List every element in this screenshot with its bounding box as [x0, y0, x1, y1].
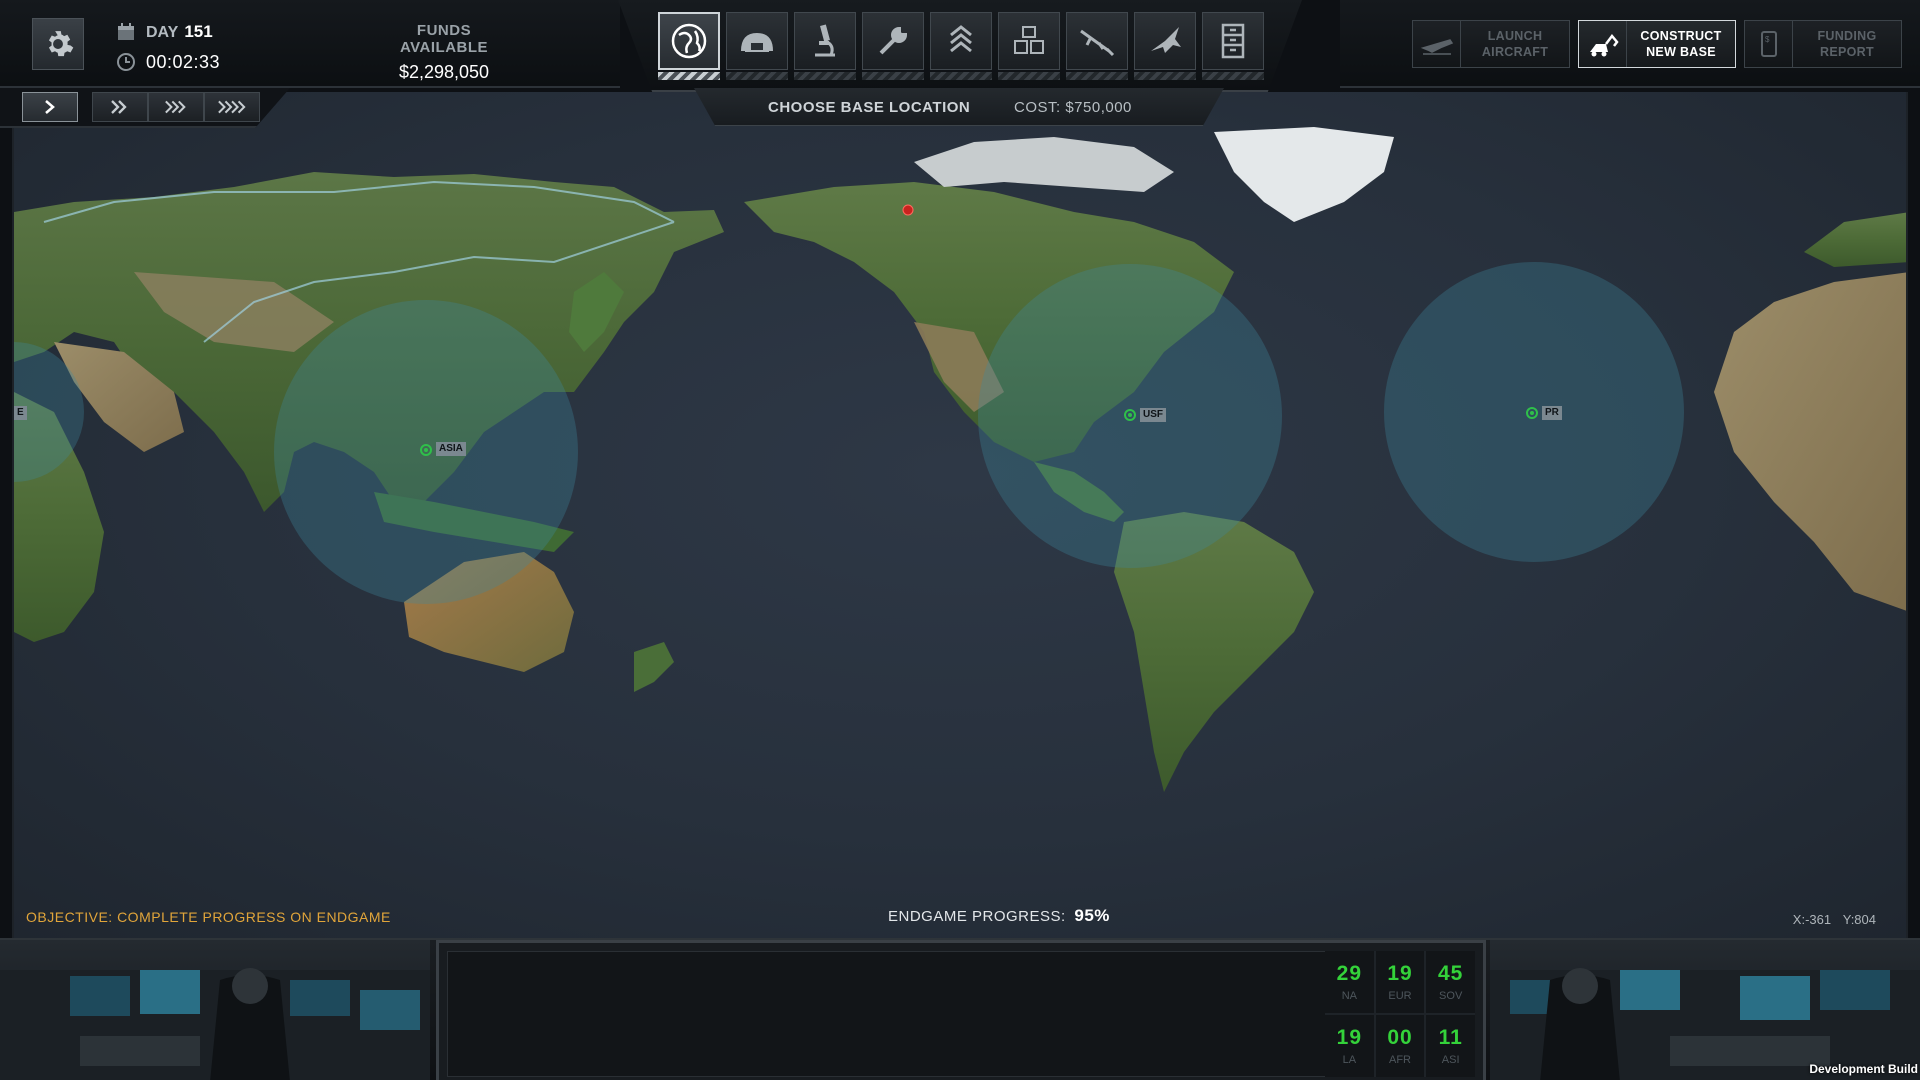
cursor-coordinates: X:-361 Y:804 [1785, 912, 1876, 927]
construct-new-base-label: CONSTRUCT NEW BASE [1640, 29, 1722, 59]
panic-cell-asi: 11 ASI [1426, 1015, 1475, 1077]
base-label-e[interactable]: E [14, 406, 27, 420]
operator-right-graphic [1490, 968, 1920, 1080]
speed-3-button[interactable] [148, 92, 204, 122]
funds-value: $2,298,050 [398, 62, 490, 82]
speed-4-button[interactable] [204, 92, 260, 122]
geoscape-screen: ASIA USF PR E OBJECTIVE: COMPLETE PROGRE… [0, 0, 1920, 1080]
endgame-progress-label: ENDGAME PROGRESS: [888, 908, 1066, 925]
funds-block: FUNDS AVAILABLE $2,298,050 [376, 22, 512, 83]
wrench-icon [879, 26, 908, 55]
launch-aircraft-button[interactable]: LAUNCH AIRCRAFT [1412, 20, 1570, 68]
speed-2-button[interactable] [92, 92, 148, 122]
nav-records-button[interactable] [1202, 12, 1264, 70]
clock-icon [117, 53, 135, 71]
nav-base-button[interactable] [726, 12, 788, 70]
development-build-label: Development Build [1809, 1062, 1918, 1076]
microscope-icon [815, 24, 835, 57]
nav-geoscape-button[interactable] [658, 12, 720, 70]
base-placement-bar: CHOOSE BASE LOCATION COST: $750,000 [694, 88, 1224, 126]
nav-aircraft-button[interactable] [1134, 12, 1196, 70]
top-left-panel: DAY 151 00:02:33 FUNDS AVAILABLE $2,298,0… [0, 0, 620, 88]
endgame-progress: ENDGAME PROGRESS: 95% [888, 906, 1110, 926]
time-speed-controls [0, 88, 290, 128]
panic-cell-la: 19 LA [1325, 1015, 1374, 1077]
funds-label: FUNDS AVAILABLE [399, 22, 489, 56]
radar-coverage-pr [1384, 262, 1684, 562]
construct-new-base-button[interactable]: CONSTRUCT NEW BASE [1578, 20, 1736, 68]
nav-storage-button[interactable] [998, 12, 1060, 70]
panic-cell-eur: 19 EUR [1375, 951, 1425, 1013]
main-nav [618, 0, 1302, 92]
date-time-block: DAY 151 00:02:33 [116, 20, 220, 80]
file-cabinet-icon [1221, 23, 1245, 59]
nav-engineering-button[interactable] [862, 12, 924, 70]
plane-takeoff-icon [1420, 39, 1453, 55]
gear-icon [48, 31, 74, 57]
panic-cell-afr: 00 AFR [1375, 1015, 1425, 1077]
calendar-icon [118, 23, 134, 40]
fast-forward-4-icon [218, 100, 246, 114]
day-label: DAY [146, 24, 179, 41]
day-value: 151 [184, 22, 213, 41]
base-label-asia[interactable]: ASIA [436, 442, 466, 456]
hangar-icon [741, 33, 773, 52]
arctic-islands [914, 137, 1174, 192]
panic-levels-grid: 29 NA 19 EUR 45 SOV 19 LA 00 AFR 11 ASI [1325, 951, 1475, 1077]
nav-research-button[interactable] [794, 12, 856, 70]
panic-cell-sov: 45 SOV [1426, 951, 1475, 1013]
ufo-marker [902, 204, 914, 216]
operator-left-graphic [0, 968, 430, 1080]
coord-y: Y:804 [1842, 912, 1876, 927]
fast-forward-2-icon [111, 100, 127, 114]
message-log[interactable] [447, 951, 1327, 1077]
africa-right-landmass [1714, 272, 1906, 611]
operator-console-right [1490, 940, 1920, 1080]
jet-icon [1151, 27, 1181, 53]
message-panel: 29 NA 19 EUR 45 SOV 19 LA 00 AFR 11 ASI [436, 940, 1486, 1080]
bottom-console-area: 29 NA 19 EUR 45 SOV 19 LA 00 AFR 11 ASI … [0, 938, 1920, 1080]
operator-console-left [0, 940, 430, 1080]
fast-forward-3-icon [165, 100, 186, 114]
funding-report-button[interactable]: $ FUNDING REPORT [1744, 20, 1902, 68]
money-document-icon: $ [1760, 31, 1777, 57]
game-clock: 00:02:33 [146, 51, 221, 72]
excavator-icon [1589, 33, 1619, 57]
greenland-landmass [1214, 127, 1394, 222]
settings-button[interactable] [32, 18, 84, 70]
rank-chevron-icon [950, 25, 972, 53]
nav-barracks-button[interactable] [930, 12, 992, 70]
world-map-graphic [14, 127, 1906, 792]
europe-right-landmass [1804, 212, 1906, 267]
speed-1-button[interactable] [22, 92, 78, 122]
svg-text:$: $ [1765, 35, 1770, 44]
choose-base-location-label: CHOOSE BASE LOCATION [768, 99, 971, 116]
crates-icon [1014, 26, 1044, 54]
rifle-icon [1080, 29, 1115, 57]
globe-icon [671, 23, 707, 59]
nav-geoscape-indicator [658, 72, 720, 80]
base-cost-label: COST: $750,000 [1014, 99, 1132, 116]
coord-x: X:-361 [1792, 912, 1832, 927]
objective-text: OBJECTIVE: COMPLETE PROGRESS ON ENDGAME [26, 909, 391, 925]
new-zealand-landmass [634, 642, 674, 692]
nav-weapons-button[interactable] [1066, 12, 1128, 70]
funding-report-label: FUNDING REPORT [1817, 29, 1877, 59]
launch-aircraft-label: LAUNCH AIRCRAFT [1481, 29, 1549, 59]
play-icon [45, 100, 55, 114]
endgame-progress-value: 95% [1074, 906, 1110, 925]
base-label-pr[interactable]: PR [1542, 406, 1562, 420]
world-map[interactable]: ASIA USF PR E [12, 92, 1908, 938]
panic-cell-na: 29 NA [1325, 951, 1374, 1013]
base-label-usf[interactable]: USF [1140, 408, 1166, 422]
